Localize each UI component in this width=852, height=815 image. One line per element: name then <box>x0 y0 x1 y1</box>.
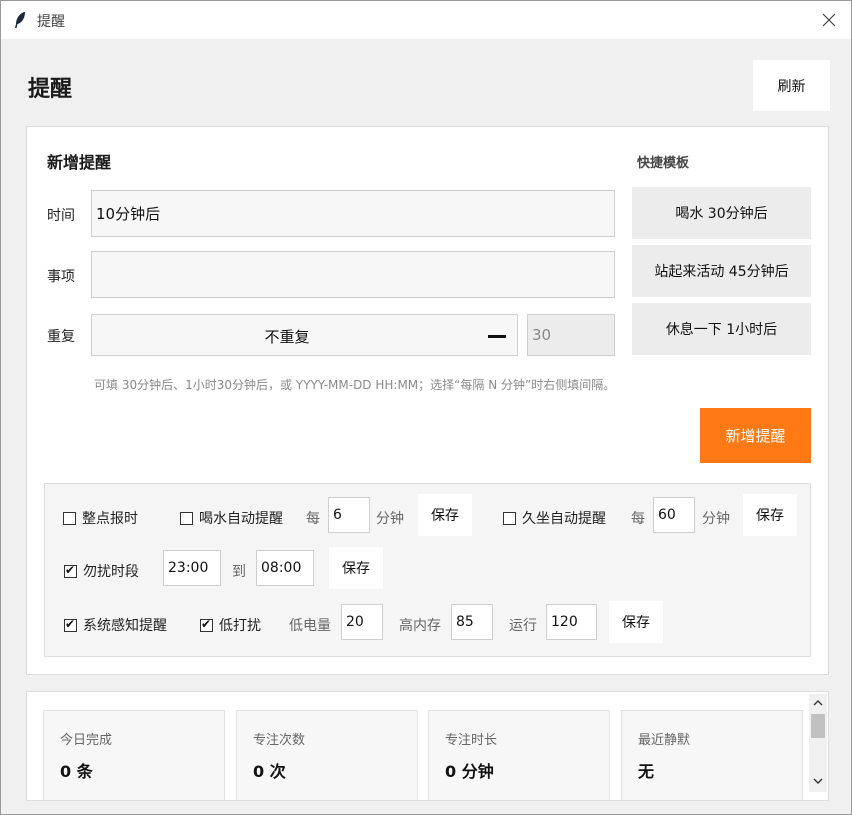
water-reminder-label: 喝水自动提醒 <box>199 511 283 527</box>
stat-value: 0 分钟 <box>445 762 494 781</box>
template-stand-button[interactable]: 站起来活动 45分钟后 <box>632 245 811 297</box>
system-save-button[interactable]: 保存 <box>609 601 663 643</box>
sitting-reminder-label: 久坐自动提醒 <box>522 511 606 527</box>
templates-title: 快捷模板 <box>637 156 690 171</box>
auto-settings-panel: 整点报时 喝水自动提醒 每 分钟 保存 久坐自动提醒 每 分钟 保存 ✔ 勿扰时… <box>44 483 811 657</box>
chevron-up-icon[interactable] <box>809 694 827 712</box>
close-icon[interactable] <box>813 7 843 33</box>
high-memory-label: 高内存 <box>399 618 441 634</box>
low-disturb-label: 低打扰 <box>219 618 261 634</box>
reminder-window: 提醒 提醒 刷新 新增提醒 时间 事项 重复 不重复 可填 30分钟后、1小时3… <box>0 0 852 815</box>
low-battery-label: 低电量 <box>289 618 331 634</box>
repeat-select-value: 不重复 <box>264 328 310 346</box>
water-minutes-input[interactable] <box>328 497 370 533</box>
refresh-button[interactable]: 刷新 <box>753 60 830 111</box>
dnd-start-input[interactable] <box>163 550 221 586</box>
stats-card: 今日完成 0 条 专注次数 0 次 专注时长 0 分钟 最近静默 无 <box>26 691 829 801</box>
interval-input[interactable] <box>527 314 615 356</box>
stat-today-completed: 今日完成 0 条 <box>43 710 225 800</box>
water-save-button[interactable]: 保存 <box>418 494 472 536</box>
system-aware-checkbox[interactable]: ✔ 系统感知提醒 <box>64 615 167 635</box>
template-water-button[interactable]: 喝水 30分钟后 <box>632 187 811 239</box>
dnd-save-button[interactable]: 保存 <box>329 547 383 589</box>
repeat-select[interactable]: 不重复 <box>91 314 518 356</box>
hourly-chime-checkbox[interactable]: 整点报时 <box>63 508 138 528</box>
stat-value: 0 条 <box>60 762 93 781</box>
vertical-scrollbar[interactable] <box>809 694 827 792</box>
stat-value: 无 <box>638 762 655 781</box>
high-memory-input[interactable] <box>451 604 493 640</box>
dropdown-indicator-icon <box>488 335 506 338</box>
stat-label: 专注时长 <box>445 733 498 748</box>
dnd-to-label: 到 <box>232 564 246 580</box>
stat-focus-count: 专注次数 0 次 <box>236 710 418 800</box>
item-label: 事项 <box>47 269 75 285</box>
page-title: 提醒 <box>28 77 73 102</box>
sitting-unit-label: 分钟 <box>702 511 730 527</box>
stat-last-silence: 最近静默 无 <box>621 710 803 800</box>
checkbox-box <box>180 511 193 525</box>
sitting-save-button[interactable]: 保存 <box>743 494 797 536</box>
time-label: 时间 <box>47 208 75 224</box>
checkbox-box: ✔ <box>64 562 77 578</box>
running-label: 运行 <box>509 618 537 634</box>
water-every-label: 每 <box>306 511 320 527</box>
dnd-checkbox[interactable]: ✔ 勿扰时段 <box>64 561 139 581</box>
window-title: 提醒 <box>37 14 65 30</box>
system-aware-label: 系统感知提醒 <box>83 618 167 634</box>
stat-value: 0 次 <box>253 762 286 781</box>
checkbox-box <box>63 511 76 525</box>
sitting-minutes-input[interactable] <box>653 497 695 533</box>
checkbox-box: ✔ <box>64 616 77 632</box>
checkmark-icon: ✔ <box>201 616 212 631</box>
dnd-label: 勿扰时段 <box>83 564 139 580</box>
hourly-chime-label: 整点报时 <box>82 511 138 527</box>
dnd-end-input[interactable] <box>256 550 314 586</box>
repeat-label: 重复 <box>47 329 75 345</box>
title-bar: 提醒 <box>1 1 851 39</box>
sitting-every-label: 每 <box>631 511 645 527</box>
checkmark-icon: ✔ <box>65 562 76 577</box>
section-title: 新增提醒 <box>47 153 112 172</box>
time-input[interactable] <box>91 190 615 237</box>
checkbox-box: ✔ <box>200 616 213 632</box>
chevron-down-icon[interactable] <box>809 772 827 790</box>
add-reminder-button[interactable]: 新增提醒 <box>700 408 811 463</box>
water-unit-label: 分钟 <box>376 511 404 527</box>
template-rest-button[interactable]: 休息一下 1小时后 <box>632 303 811 355</box>
stat-label: 今日完成 <box>60 733 113 748</box>
new-reminder-card: 新增提醒 时间 事项 重复 不重复 可填 30分钟后、1小时30分钟后，或 YY… <box>26 126 829 675</box>
water-reminder-checkbox[interactable]: 喝水自动提醒 <box>180 508 283 528</box>
feather-icon <box>15 12 25 28</box>
checkmark-icon: ✔ <box>65 616 76 631</box>
low-disturb-checkbox[interactable]: ✔ 低打扰 <box>200 615 261 635</box>
scrollbar-thumb[interactable] <box>811 714 825 738</box>
stat-label: 最近静默 <box>638 733 691 748</box>
checkbox-box <box>503 511 516 525</box>
running-input[interactable] <box>546 604 597 640</box>
input-hint: 可填 30分钟后、1小时30分钟后，或 YYYY-MM-DD HH:MM；选择“… <box>94 378 616 392</box>
stat-focus-duration: 专注时长 0 分钟 <box>428 710 610 800</box>
low-battery-input[interactable] <box>341 604 383 640</box>
item-input[interactable] <box>91 251 615 298</box>
stat-label: 专注次数 <box>253 733 306 748</box>
sitting-reminder-checkbox[interactable]: 久坐自动提醒 <box>503 508 606 528</box>
